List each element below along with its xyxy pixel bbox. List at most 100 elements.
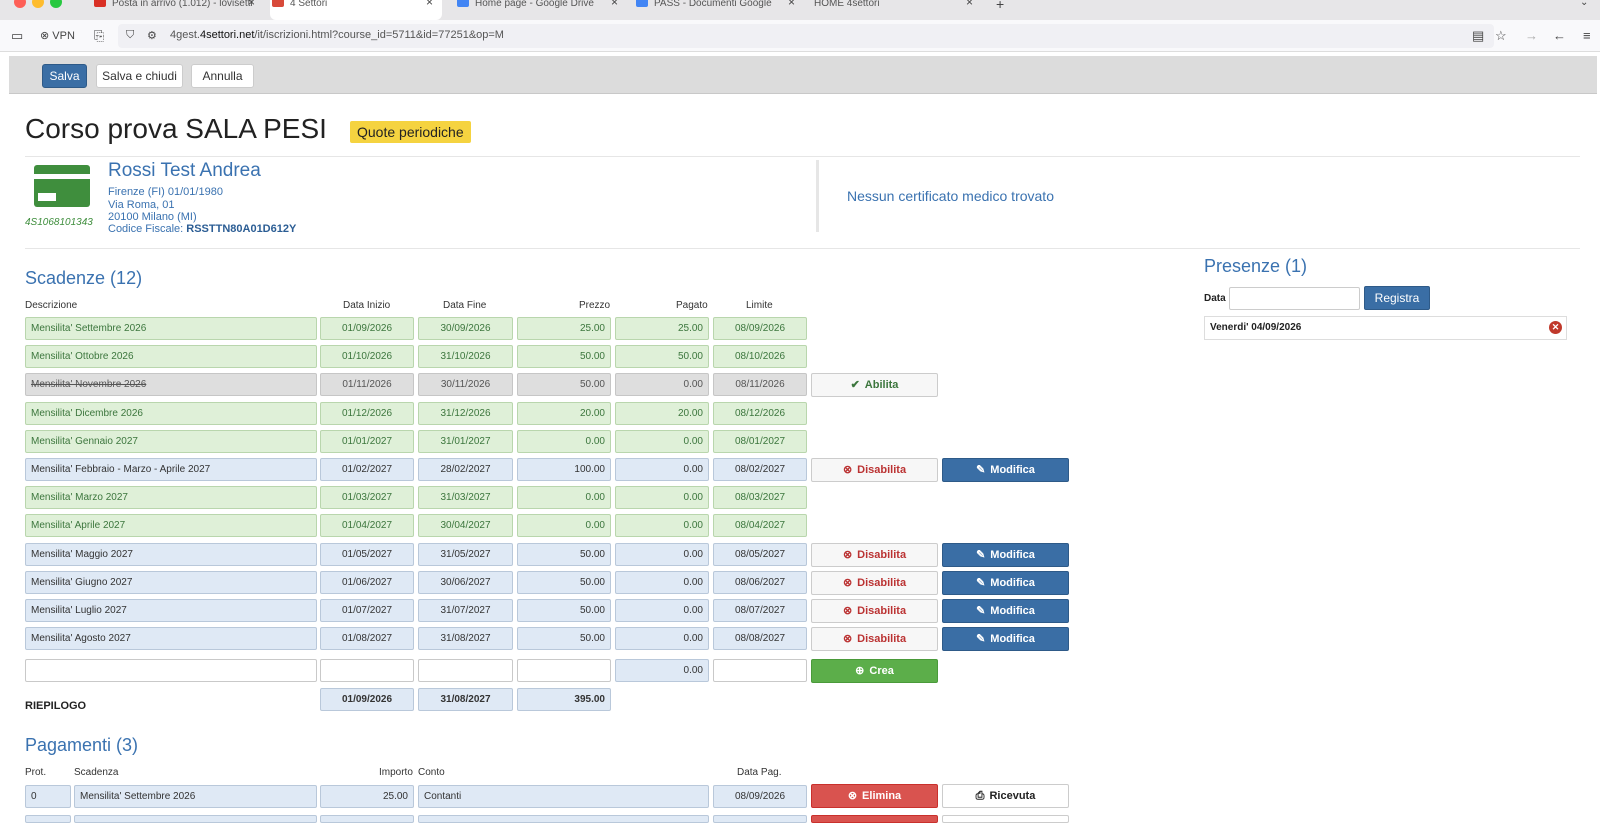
cell-descrizione[interactable]: Mensilita' Luglio 2027 (25, 599, 317, 622)
back-arrow-icon[interactable]: ← (1553, 28, 1566, 43)
url-path: /it/iscrizioni.html?course_id=5711&id=77… (254, 29, 504, 41)
register-button[interactable]: Registra (1364, 286, 1430, 310)
extensions-icon[interactable]: ⎘ (94, 28, 104, 44)
person-city: 20100 Milano (MI) (108, 211, 197, 223)
cell-limite[interactable]: 08/05/2027 (713, 543, 807, 566)
close-tab-icon[interactable]: × (966, 0, 973, 8)
new-data-inizio-input[interactable] (320, 659, 414, 682)
close-window-icon[interactable] (14, 0, 26, 8)
delete-presence-icon[interactable]: ✕ (1549, 321, 1562, 334)
site-permissions-icon[interactable]: ⚙ (147, 29, 157, 42)
cell-data-inizio: 01/01/2027 (320, 430, 414, 453)
cell-data-inizio[interactable]: 01/07/2027 (320, 599, 414, 622)
disable-button[interactable]: ⊗ Disabilita (811, 571, 938, 595)
forward-arrow-icon[interactable]: → (1525, 28, 1538, 43)
enable-button[interactable]: ✔ Abilita (811, 373, 938, 397)
cell-limite: 08/04/2027 (713, 514, 807, 537)
cell-prezzo[interactable]: 50.00 (517, 543, 611, 566)
cell-prezzo[interactable]: 50.00 (517, 627, 611, 650)
edit-button[interactable]: ✎ Modifica (942, 627, 1069, 651)
cell-prezzo[interactable]: 100.00 (517, 458, 611, 481)
browser-tab-drive[interactable]: Home page - Google Drive × (455, 0, 625, 20)
tab-list-chevron-icon[interactable]: ⌄ (1580, 0, 1588, 8)
cell-descrizione[interactable]: Mensilita' Maggio 2027 (25, 543, 317, 566)
edit-button[interactable]: ✎ Modifica (942, 599, 1069, 623)
save-and-close-button[interactable]: Salva e chiudi (96, 64, 183, 88)
bookmark-star-icon[interactable]: ☆ (1495, 28, 1507, 44)
cell-descrizione[interactable]: Mensilita' Febbraio - Marzo - Aprile 202… (25, 458, 317, 481)
vpn-indicator[interactable]: ⊗ VPN (40, 29, 75, 42)
delete-payment-button[interactable]: ⊗ Elimina (811, 784, 938, 808)
cell-data-inizio[interactable]: 01/05/2027 (320, 543, 414, 566)
browser-tab-4settori[interactable]: 4 Settori × (270, 0, 442, 20)
close-tab-icon[interactable]: × (426, 0, 433, 8)
reader-view-icon[interactable]: ▤ (1472, 28, 1484, 44)
action-label: Disabilita (857, 549, 907, 561)
cell-limite: 08/12/2026 (713, 402, 807, 425)
browser-tab-home[interactable]: HOME 4settori × (794, 0, 980, 20)
payment-conto-partial (418, 815, 709, 823)
cell-data-fine: 31/10/2026 (418, 345, 513, 368)
pencil-icon: ✎ (976, 464, 986, 476)
save-button[interactable]: Salva (42, 64, 87, 88)
cancel-button[interactable]: Annulla (191, 64, 254, 88)
person-name[interactable]: Rossi Test Andrea (108, 160, 261, 182)
payment-prot-partial (25, 815, 71, 823)
cell-limite[interactable]: 08/07/2027 (713, 599, 807, 622)
sidebar-toggle-icon[interactable]: ▭ (11, 28, 23, 44)
presenze-date-input[interactable] (1229, 287, 1360, 310)
disable-button[interactable]: ⊗ Disabilita (811, 458, 938, 482)
cell-prezzo[interactable]: 50.00 (517, 599, 611, 622)
edit-label: Modifica (990, 633, 1035, 645)
cell-data-fine[interactable]: 30/06/2027 (418, 571, 513, 594)
edit-button[interactable]: ✎ Modifica (942, 458, 1069, 482)
new-data-fine-input[interactable] (418, 659, 513, 682)
browser-tab-gmail[interactable]: Posta in arrivo (1.012) - lovisetti × (92, 0, 260, 20)
cell-pagato: 0.00 (615, 373, 709, 396)
close-tab-icon[interactable]: × (611, 0, 618, 8)
disable-button[interactable]: ⊗ Disabilita (811, 627, 938, 651)
cell-limite[interactable]: 08/06/2027 (713, 571, 807, 594)
cell-data-fine[interactable]: 28/02/2027 (418, 458, 513, 481)
pagamenti-title: Pagamenti (3) (25, 735, 139, 755)
cell-limite[interactable]: 08/08/2027 (713, 627, 807, 650)
cell-prezzo[interactable]: 50.00 (517, 571, 611, 594)
edit-button[interactable]: ✎ Modifica (942, 543, 1069, 567)
cell-data-fine[interactable]: 31/07/2027 (418, 599, 513, 622)
cell-pagato[interactable]: 0.00 (615, 627, 709, 650)
cell-data-fine[interactable]: 31/05/2027 (418, 543, 513, 566)
edit-button[interactable]: ✎ Modifica (942, 571, 1069, 595)
cell-data-fine[interactable]: 31/08/2027 (418, 627, 513, 650)
cell-descrizione[interactable]: Mensilita' Agosto 2027 (25, 627, 317, 650)
close-tab-icon[interactable]: × (248, 0, 255, 8)
tracking-shield-icon[interactable]: ⛉ (126, 29, 134, 42)
cell-data-inizio[interactable]: 01/08/2027 (320, 627, 414, 650)
new-prezzo-input[interactable] (517, 659, 611, 682)
cell-data-inizio[interactable]: 01/06/2027 (320, 571, 414, 594)
new-descrizione-input[interactable] (25, 659, 317, 682)
delete-payment-button-partial[interactable] (811, 815, 938, 823)
cell-limite[interactable]: 08/02/2027 (713, 458, 807, 481)
new-tab-icon[interactable]: + (996, 0, 1004, 12)
cell-pagato[interactable]: 0.00 (615, 599, 709, 622)
new-limite-input[interactable] (713, 659, 807, 682)
zoom-window-icon[interactable] (50, 0, 62, 8)
browser-tab-docs[interactable]: PASS - Documenti Google × (634, 0, 804, 20)
presenze-item-date: Venerdi' 04/09/2026 (1210, 322, 1302, 333)
cell-pagato[interactable]: 0.00 (615, 571, 709, 594)
cell-pagato[interactable]: 0.00 (615, 543, 709, 566)
edit-label: Modifica (990, 605, 1035, 617)
cell-pagato[interactable]: 0.00 (615, 458, 709, 481)
minimize-window-icon[interactable] (32, 0, 44, 8)
cell-descrizione[interactable]: Mensilita' Giugno 2027 (25, 571, 317, 594)
cell-data-inizio[interactable]: 01/02/2027 (320, 458, 414, 481)
disable-button[interactable]: ⊗ Disabilita (811, 599, 938, 623)
menu-icon[interactable]: ≡ (1583, 28, 1591, 43)
receipt-button-partial[interactable] (942, 815, 1069, 823)
tab-label: HOME 4settori (814, 0, 880, 9)
url-text[interactable]: 4gest.4settori.net/it/iscrizioni.html?co… (170, 29, 504, 41)
receipt-button[interactable]: ⎙ Ricevuta (942, 784, 1069, 808)
membership-card-icon (34, 165, 90, 207)
create-button[interactable]: ⊕ Crea (811, 659, 938, 683)
disable-button[interactable]: ⊗ Disabilita (811, 543, 938, 567)
